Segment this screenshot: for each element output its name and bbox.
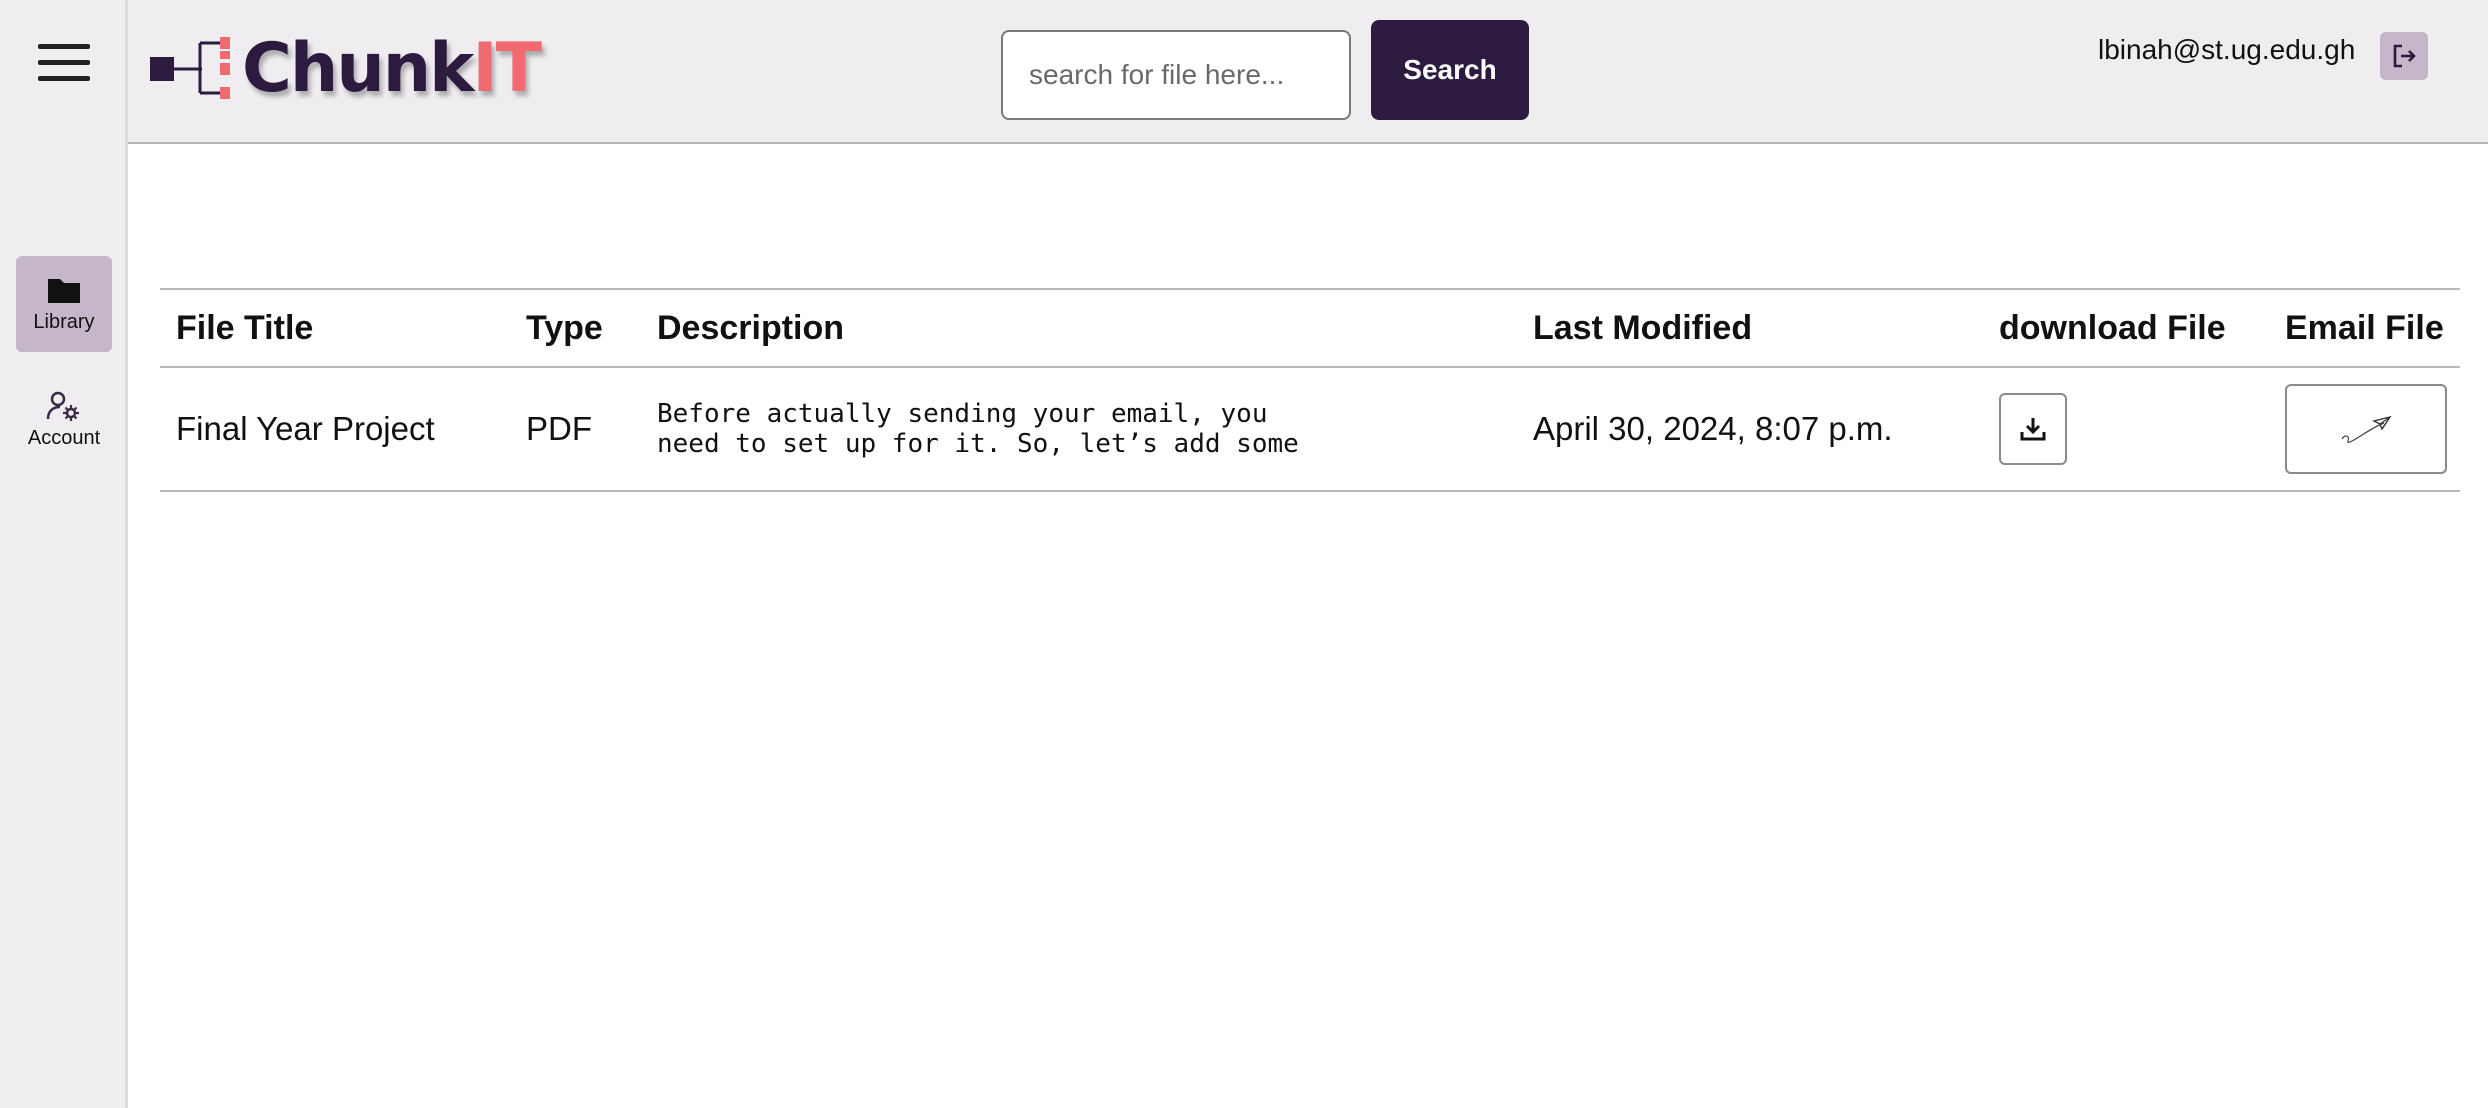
column-header: Email File: [2269, 288, 2460, 368]
download-icon: [2020, 418, 2046, 441]
sidebar-item-library[interactable]: Library: [16, 256, 112, 352]
files-table: File Title Type Description Last Modifie…: [160, 288, 2460, 492]
menu-icon[interactable]: [38, 44, 90, 84]
download-button[interactable]: [1999, 393, 2067, 465]
logout-button[interactable]: [2380, 32, 2428, 80]
sidebar: Library Account: [0, 0, 128, 1108]
column-header: Last Modified: [1517, 288, 1983, 368]
app-logo[interactable]: ChunkIT: [148, 28, 542, 108]
folder-icon: [48, 278, 80, 303]
sidebar-item-account[interactable]: Account: [16, 372, 112, 468]
logo-tree-icon: [150, 37, 230, 99]
user-email: lbinah@st.ug.edu.gh: [2098, 34, 2356, 65]
search-button[interactable]: Search: [1371, 20, 1529, 120]
sidebar-item-label: Library: [33, 310, 95, 333]
user-settings-icon: [46, 391, 79, 421]
file-description: Before actually sending your email, you …: [641, 367, 1517, 492]
column-header: Description: [641, 288, 1517, 368]
file-title: Final Year Project: [160, 367, 510, 492]
paper-plane-icon: [2341, 415, 2392, 443]
table-row: Final Year Project PDF Before actually s…: [160, 367, 2460, 492]
app-name: ChunkIT: [242, 28, 542, 108]
sidebar-item-label: Account: [27, 426, 101, 449]
column-header: Type: [510, 288, 641, 368]
file-type: PDF: [510, 367, 641, 492]
column-header: download File: [1983, 288, 2269, 368]
file-last-modified: April 30, 2024, 8:07 p.m.: [1517, 367, 1983, 492]
email-button[interactable]: [2285, 384, 2447, 474]
search-input[interactable]: [1001, 30, 1351, 120]
email-cell: [2269, 367, 2460, 492]
table-header-row: File Title Type Description Last Modifie…: [160, 288, 2460, 368]
download-cell: [1983, 367, 2269, 492]
column-header: File Title: [160, 288, 510, 368]
top-header: ChunkIT Search lbinah@st.ug.edu.gh: [128, 0, 2488, 144]
logout-icon: [2393, 44, 2416, 68]
